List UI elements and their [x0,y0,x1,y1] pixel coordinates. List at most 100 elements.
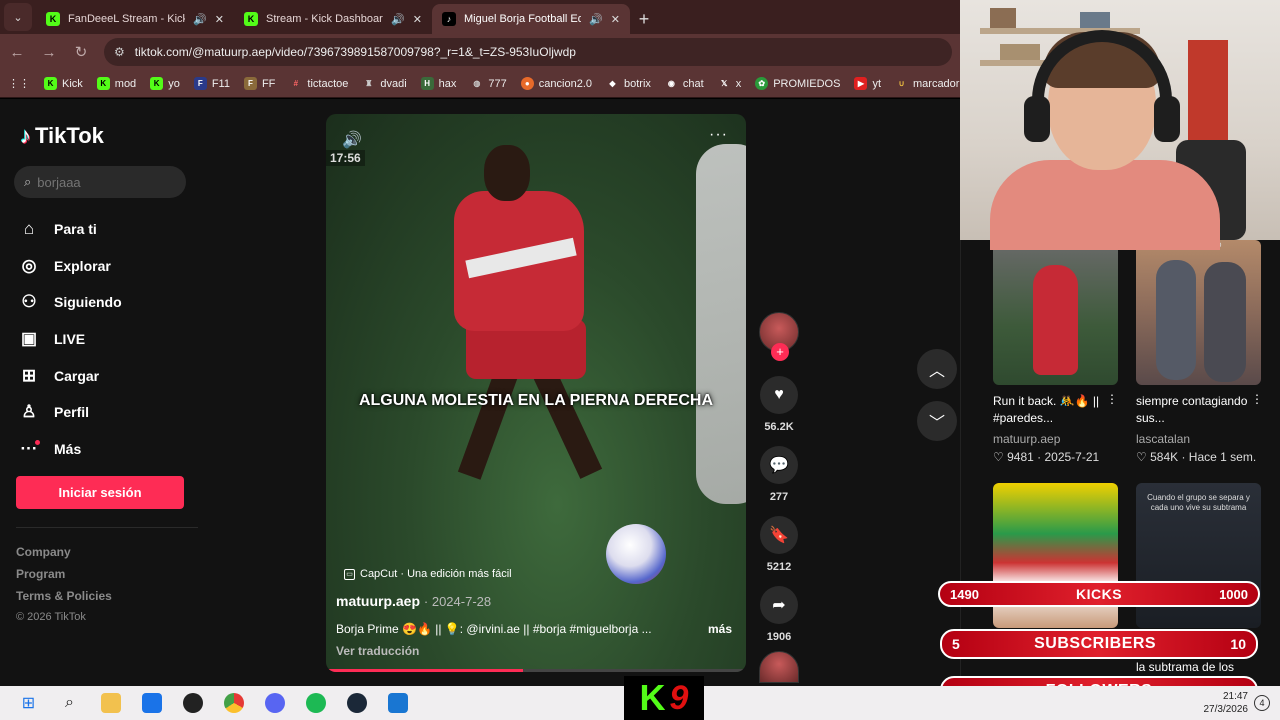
bookmark-dvadi[interactable]: ♜ dvadi [362,77,406,90]
recommended-user[interactable]: lascatalan [1136,432,1190,446]
bookmark-chat[interactable]: ◉ chat [665,77,704,90]
login-button[interactable]: Iniciar sesión [16,476,184,509]
bookmark-yt[interactable]: ▶ yt [854,77,881,90]
bookmark-777[interactable]: ◍ 777 [470,77,506,90]
close-icon[interactable]: ✕ [611,13,620,26]
search-button[interactable]: ⌕ [49,686,90,720]
search-box[interactable]: ⌕ [14,166,186,198]
tab-fandeeel-stream[interactable]: K FanDeeeL Stream - Kick Da 🔊 ✕ [36,4,234,34]
description-more-link[interactable]: más [708,622,732,636]
bookmark-cancion[interactable]: ● cancion2.0 [520,77,592,90]
search-input[interactable] [37,174,168,190]
more-options-icon[interactable]: ⋮ [1251,392,1263,406]
bookmark-ff[interactable]: F FF [243,77,275,90]
more-options-icon[interactable]: ··· [709,126,728,144]
shelf-item [1080,12,1110,28]
spotify-button[interactable] [295,686,336,720]
follow-plus-icon[interactable]: + [771,343,789,361]
url-field[interactable]: ⚙ tiktok.com/@matuurp.aep/video/73967398… [104,38,952,66]
translate-link[interactable]: Ver traducción [336,644,419,658]
back-icon[interactable]: ← [8,44,26,61]
more-options-icon[interactable]: ⋮ [1106,392,1118,406]
discord-button[interactable] [254,686,295,720]
footer-program-link[interactable]: Program [16,567,112,589]
chevron-down-icon: ﹀ [928,415,945,432]
folder-icon [100,693,121,713]
apps-icon[interactable]: ⋮⋮ [8,77,30,90]
bookmark-icon: ◆ [609,79,616,88]
site-settings-icon[interactable]: ⚙ [114,45,125,59]
bookmark-botrix[interactable]: ◆ botrix [606,77,650,90]
sidebar-item-para-ti[interactable]: ⌂ Para ti [18,211,198,248]
bookmark-x[interactable]: 𝕏x [718,77,741,90]
speaker-icon[interactable]: 🔊 [589,13,603,26]
save-action[interactable]: 🔖 5212 [758,516,800,575]
bookmark-marcadores[interactable]: ∪ marcadores [895,77,960,90]
forward-icon[interactable]: → [40,44,58,61]
file-explorer-button[interactable] [90,686,131,720]
bookmark-icon: # [293,79,299,88]
footer-terms-link[interactable]: Terms & Policies [16,589,112,611]
sidebar-item-live[interactable]: ▣ LIVE [18,321,198,358]
kicks-label: KICKS [1075,586,1123,602]
tab-tiktok-video[interactable]: ♪ Miguel Borja Football Edits 🔊 ✕ [432,4,630,34]
start-button[interactable]: ⊞ [8,686,49,720]
bookmark-kick[interactable]: K Kick [44,77,83,90]
chrome-icon [223,693,244,713]
video-player[interactable]: 🔊 ··· 17:56 ALGUNA MOLESTIA EN LA PIERNA… [326,114,746,672]
speaker-icon[interactable]: 🔊 [193,13,207,26]
sidebar-item-perfil[interactable]: ♙ Perfil [18,394,198,431]
tiktok-logo[interactable]: ♪ TikTok [20,123,104,149]
speaker-icon[interactable]: 🔊 [391,13,405,26]
sidebar-item-cargar[interactable]: ⊞ Cargar [18,357,198,394]
bookmark-promiedos[interactable]: ✿ PROMIEDOS [755,77,840,90]
recommended-thumb[interactable] [993,240,1118,385]
shelf-item [990,8,1016,28]
next-video-button[interactable]: ﹀ [917,401,957,441]
steam-button[interactable] [336,686,377,720]
recommended-title[interactable]: siempre contagiando sus... [1136,393,1256,427]
capcut-tag[interactable]: ▭ CapCut · Una edición más fácil [344,568,512,580]
editor-button[interactable] [377,686,418,720]
share-action[interactable]: ➦ 1906 [758,586,800,645]
like-action[interactable]: ♥ 56.2K [758,376,800,435]
video-author[interactable]: matuurp.aep · 2024-7-28 [336,593,491,609]
thumb-figure [1033,265,1078,375]
sidebar-item-mas[interactable]: ··· Más [18,431,198,468]
bookmark-label: yt [872,77,881,90]
author-avatar[interactable]: + [759,312,799,361]
system-clock[interactable]: 21:47 27/3/2026 [1204,686,1249,720]
bookmark-icon: ∪ [898,79,905,88]
video-progress-bar[interactable] [326,669,746,672]
bookmark-tictactoe[interactable]: # tictactoe [289,77,349,90]
sound-avatar[interactable] [759,651,799,683]
tiktok-page: ♪ TikTok ⌕ ⌂ Para ti ◎ Explorar ⚇ Siguie… [0,99,960,686]
video-player-figure [436,139,636,519]
recommended-title[interactable]: la subtrama de los [1136,660,1234,674]
chrome-button[interactable] [213,686,254,720]
footer-company-link[interactable]: Company [16,545,112,567]
tab-search-button[interactable]: ⌄ [4,3,32,31]
sidebar-item-siguiendo[interactable]: ⚇ Siguiendo [18,284,198,321]
close-icon[interactable]: ✕ [215,13,224,26]
reload-icon[interactable]: ↻ [72,43,90,61]
volume-icon[interactable]: 🔊 [342,130,362,150]
previous-video-button[interactable]: ︿ [917,349,957,389]
notifications-badge[interactable]: 4 [1254,695,1270,711]
comment-action[interactable]: 💬 277 [758,446,800,505]
heart-icon: ♥ [760,376,798,414]
bookmark-f11[interactable]: F F11 [193,77,230,90]
app-button[interactable] [172,686,213,720]
recommended-title[interactable]: Run it back. 🤼🔥 || #paredes... [993,393,1113,427]
bookmark-yo[interactable]: Kyo [150,77,180,90]
close-icon[interactable]: ✕ [413,13,422,26]
outlook-button[interactable] [131,686,172,720]
recommended-user[interactable]: matuurp.aep [993,432,1060,446]
recommended-thumb[interactable]: La del medio [1136,240,1261,385]
bookmark-mod[interactable]: Kmod [96,77,136,90]
new-tab-button[interactable]: + [630,5,658,33]
bookmark-hax[interactable]: Hhax [420,77,456,90]
tab-kick-dashboard[interactable]: K Stream - Kick Dashboard 🔊 ✕ [234,4,432,34]
bookmark-label: PROMIEDOS [773,77,841,90]
sidebar-item-explorar[interactable]: ◎ Explorar [18,248,198,285]
